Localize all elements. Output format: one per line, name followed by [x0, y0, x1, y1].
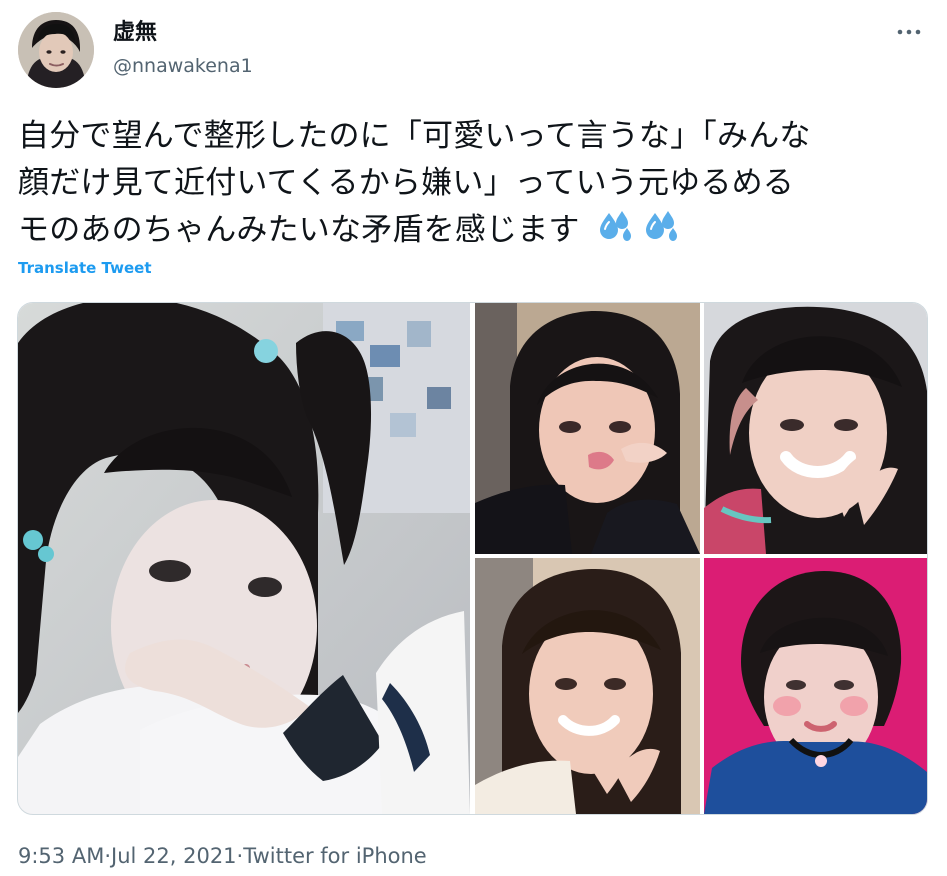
tweet-text-line: 自分で望んで整形したのに「可愛いって言うな」「みんな	[18, 118, 811, 154]
photo-bob-pink-image	[704, 558, 927, 814]
photo-kiss-face[interactable]	[475, 303, 700, 554]
tweet-date[interactable]: Jul 22, 2021	[111, 844, 237, 868]
avatar[interactable]	[18, 12, 94, 88]
timestamp-separator: ·	[104, 844, 112, 868]
more-dots-icon	[897, 29, 921, 35]
sweat-droplets-emoji-icon	[599, 211, 631, 241]
emoji-group	[596, 209, 680, 243]
tweet-text-line-content: モのあのちゃんみたいな矛盾を感じます	[18, 212, 580, 248]
user-handle[interactable]: @nnawakena1	[113, 54, 253, 78]
tweet-time[interactable]: 9:53 AM	[18, 844, 104, 868]
photo-peace-sign-image	[704, 303, 927, 554]
tweet-text-line: モのあのちゃんみたいな矛盾を感じます	[18, 207, 918, 254]
photo-peace-sign-smile[interactable]	[704, 303, 927, 554]
translate-tweet-link[interactable]: Translate Tweet	[18, 258, 152, 278]
photo-selfie-twin-tails[interactable]	[18, 303, 470, 814]
photo-selfie-image	[18, 303, 470, 814]
more-button[interactable]	[891, 20, 927, 44]
media-grid	[17, 302, 928, 815]
photo-bob-pink-background[interactable]	[704, 558, 927, 814]
tweet-text: 自分で望んで整形したのに「可愛いって言うな」「みんな 顔だけ見て近付いてくるから…	[18, 113, 918, 254]
tweet-timestamp[interactable]: 9:53 AM · Jul 22, 2021 · Twitter for iPh…	[18, 844, 427, 868]
avatar-image	[18, 12, 94, 88]
photo-kiss-image	[475, 303, 700, 554]
tweet-source[interactable]: Twitter for iPhone	[243, 844, 427, 868]
sweat-droplets-emoji-icon	[645, 211, 677, 241]
photo-school-uniform-peace[interactable]	[475, 558, 700, 814]
tweet-text-line: 顔だけ見て近付いてくるから嫌い」っていう元ゆるめる	[18, 165, 794, 201]
display-name[interactable]: 虚無	[113, 20, 157, 46]
photo-school-uniform-image	[475, 558, 700, 814]
